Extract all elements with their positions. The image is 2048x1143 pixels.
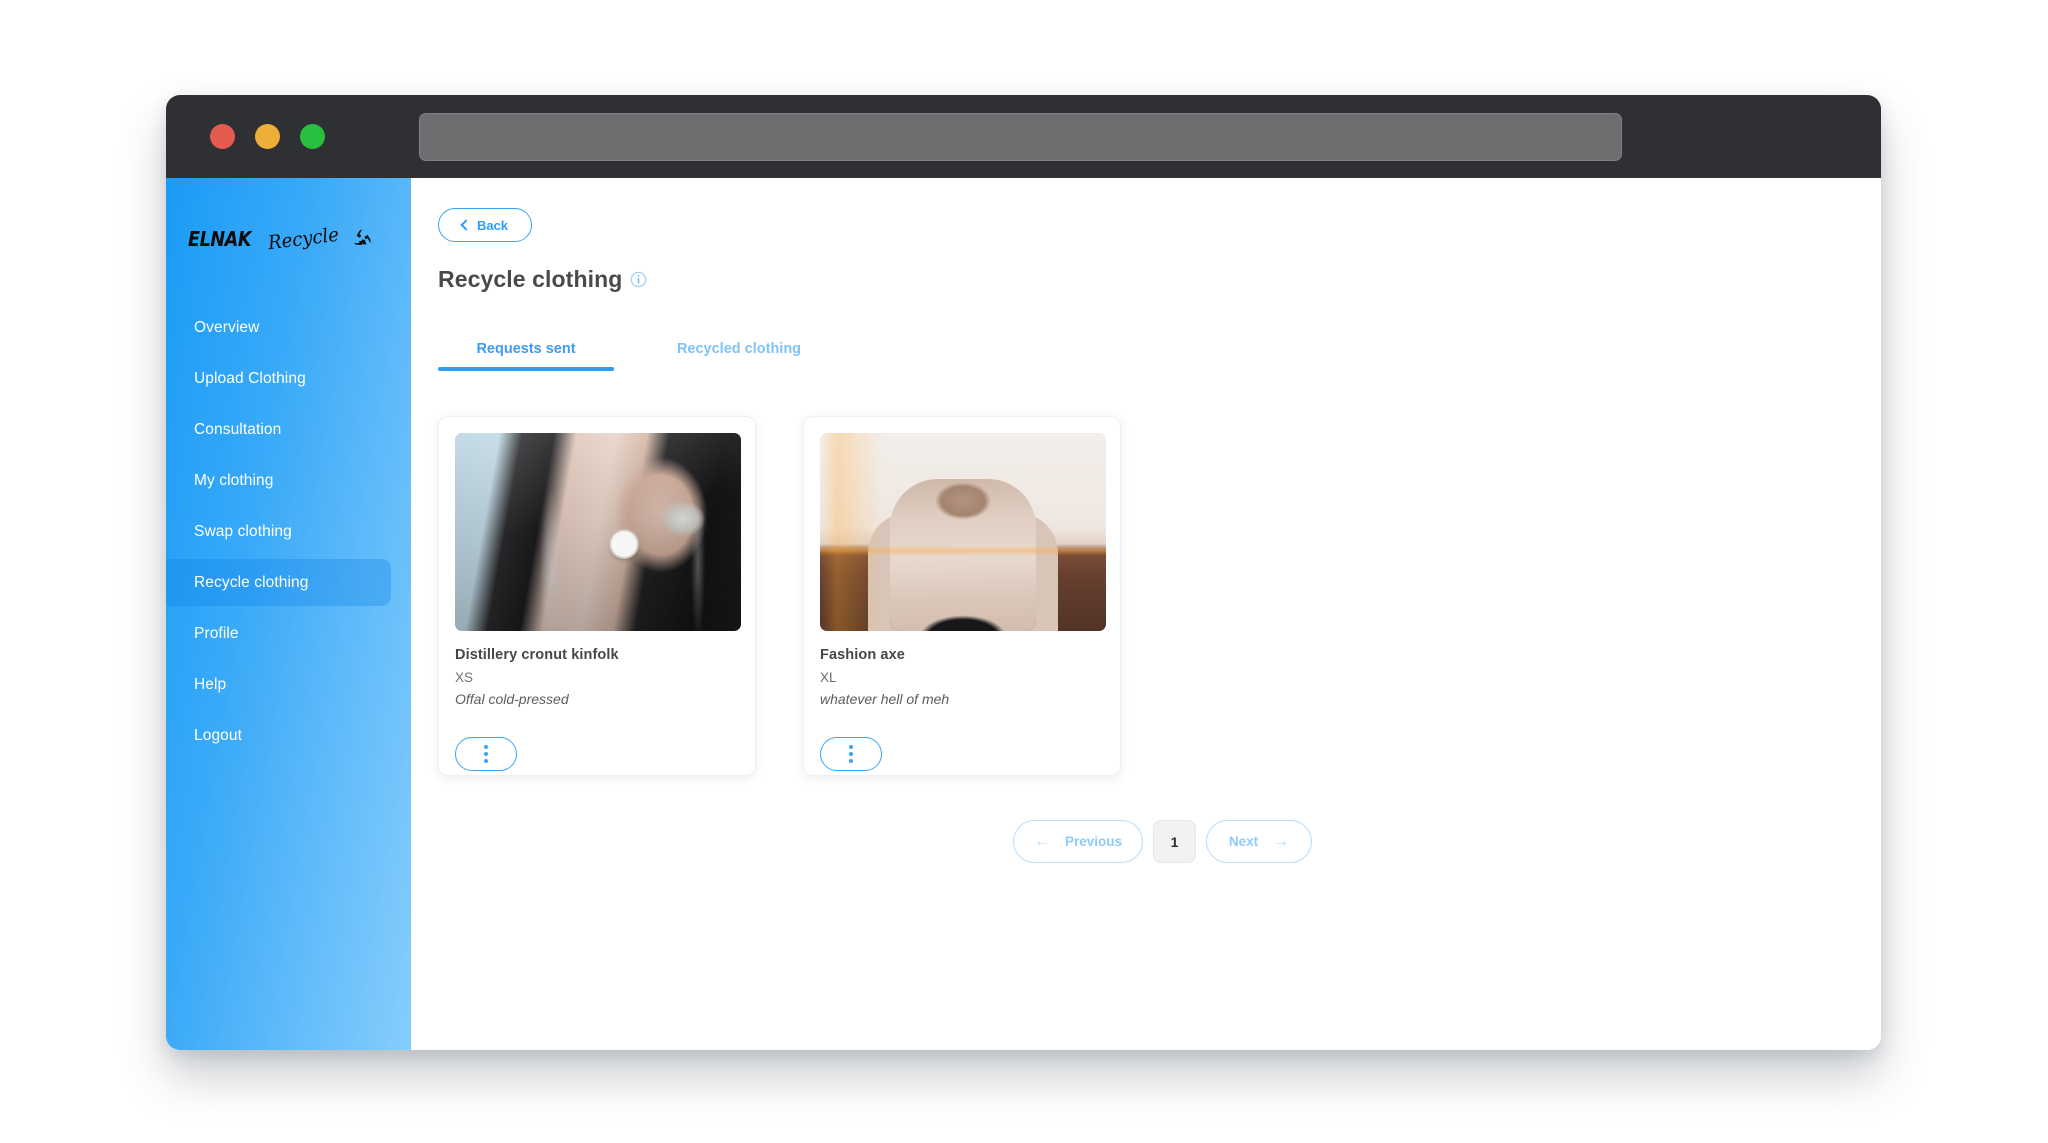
clothing-size: XS: [455, 670, 474, 685]
clothing-photo: [455, 433, 741, 631]
sidebar-item-logout[interactable]: Logout: [166, 712, 411, 759]
traffic-lights: [210, 124, 325, 149]
arrow-right-icon: →: [1273, 832, 1290, 850]
previous-page-label: Previous: [1064, 834, 1123, 849]
clothing-card[interactable]: Distillery cronut kinfolk XS Offal cold-…: [438, 416, 756, 776]
recycle-icon: [353, 229, 371, 245]
page-number-1[interactable]: 1: [1153, 820, 1196, 863]
sidebar-item-label: Overview: [194, 318, 260, 336]
sidebar-item-label: Upload Clothing: [194, 369, 306, 387]
clothing-description: whatever hell of meh: [820, 691, 950, 707]
sidebar-item-label: My clothing: [194, 471, 274, 489]
sidebar-item-label: Profile: [194, 624, 239, 642]
app-body: ELNAK Recycle Overview Upload Clothing C…: [166, 178, 1881, 1050]
sidebar-item-recycle-clothing[interactable]: Recycle clothing: [166, 559, 411, 606]
page-title: Recycle clothing: [438, 266, 623, 292]
clothing-title: Fashion axe: [820, 647, 905, 663]
sidebar-item-label: Logout: [194, 726, 243, 744]
vertical-dots-icon: [484, 745, 488, 749]
sidebar-item-overview[interactable]: Overview: [166, 304, 411, 351]
sidebar-item-profile[interactable]: Profile: [166, 610, 411, 657]
logo-word-text: Recycle: [266, 223, 340, 255]
tab-label: Recycled clothing: [676, 341, 802, 357]
sidebar-item-label: Help: [194, 675, 227, 693]
browser-titlebar: [166, 95, 1881, 178]
chevron-left-icon: [460, 218, 472, 231]
address-bar-input[interactable]: [419, 112, 1622, 161]
info-circle-icon[interactable]: [630, 271, 647, 288]
next-page-button[interactable]: Next →: [1206, 820, 1312, 863]
vertical-dots-icon: [849, 752, 853, 756]
previous-page-button[interactable]: ← Previous: [1013, 820, 1143, 863]
sidebar-item-label: Swap clothing: [194, 522, 292, 540]
vertical-dots-icon: [849, 759, 853, 763]
vertical-dots-icon: [484, 759, 488, 763]
clothing-card[interactable]: Fashion axe XL whatever hell of meh: [803, 416, 1121, 776]
back-button[interactable]: Back: [438, 208, 532, 242]
arrow-left-icon: ←: [1033, 832, 1050, 850]
sidebar-item-consultation[interactable]: Consultation: [166, 406, 411, 453]
maximize-window-button[interactable]: [300, 124, 325, 149]
sidebar-item-help[interactable]: Help: [166, 661, 411, 708]
desktop-backdrop: ELNAK Recycle Overview Upload Clothing C…: [0, 0, 2048, 1143]
vertical-dots-icon: [849, 745, 853, 749]
sidebar-item-my-clothing[interactable]: My clothing: [166, 457, 411, 504]
clothing-menu-button[interactable]: [820, 737, 882, 771]
tab-recycled-clothing[interactable]: Recycled clothing: [651, 341, 827, 371]
minimize-window-button[interactable]: [255, 124, 280, 149]
main-content: Back Recycle clothing Requests sent Recy…: [411, 178, 1881, 1050]
next-page-label: Next: [1228, 834, 1259, 849]
clothing-photo: [820, 433, 1106, 631]
clothing-size: XL: [820, 670, 837, 685]
vertical-dots-icon: [484, 752, 488, 756]
sidebar-item-swap-clothing[interactable]: Swap clothing: [166, 508, 411, 555]
page-title-row: Recycle clothing: [438, 266, 1881, 293]
pagination: ← Previous 1 Next →: [1013, 820, 1881, 863]
clothing-menu-button[interactable]: [455, 737, 517, 771]
tab-label: Requests sent: [476, 341, 576, 357]
tabs-bar: Requests sent Recycled clothing: [438, 329, 1881, 371]
sidebar-item-label: Consultation: [194, 420, 282, 438]
sidebar-nav: Overview Upload Clothing Consultation My…: [166, 304, 411, 759]
close-window-button[interactable]: [210, 124, 235, 149]
sidebar-item-upload-clothing[interactable]: Upload Clothing: [166, 355, 411, 402]
logo-brand-text: ELNAK: [188, 227, 252, 251]
clothing-description: Offal cold-pressed: [455, 691, 569, 707]
sidebar: ELNAK Recycle Overview Upload Clothing C…: [166, 178, 411, 1050]
tab-requests-sent[interactable]: Requests sent: [438, 341, 614, 371]
browser-window: ELNAK Recycle Overview Upload Clothing C…: [166, 95, 1881, 1050]
clothing-title: Distillery cronut kinfolk: [455, 647, 619, 663]
clothing-card-grid: Distillery cronut kinfolk XS Offal cold-…: [438, 416, 1881, 776]
sidebar-item-label: Recycle clothing: [194, 573, 309, 591]
app-logo[interactable]: ELNAK Recycle: [166, 211, 411, 267]
back-button-label: Back: [476, 217, 509, 233]
